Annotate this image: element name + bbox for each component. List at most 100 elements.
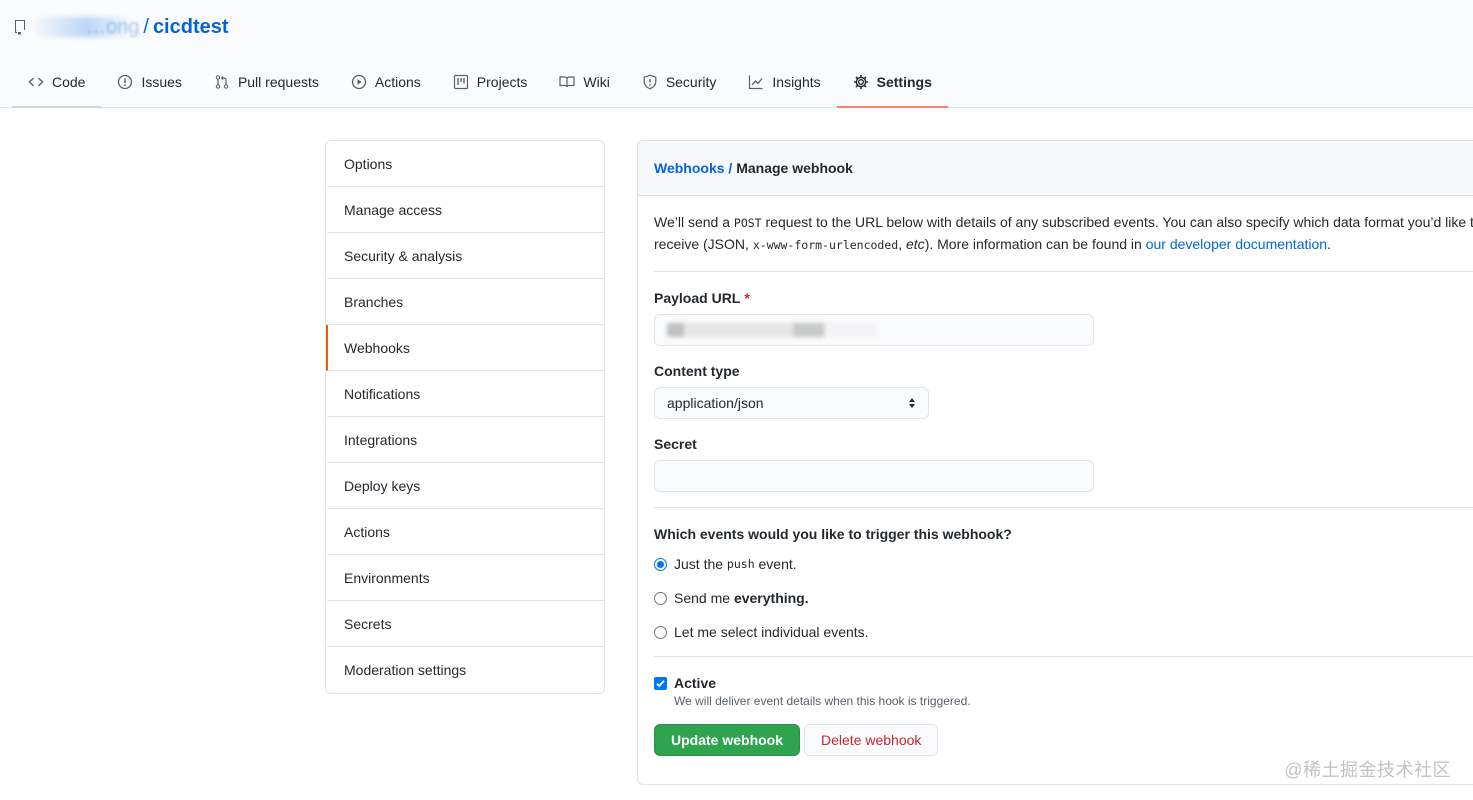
tab-projects-label: Projects [476, 74, 528, 90]
intro-text-part: ). More information can be found in [924, 236, 1146, 252]
checkmark-icon [656, 679, 665, 687]
menu-item-webhooks[interactable]: Webhooks [326, 325, 604, 371]
book-icon [559, 76, 575, 88]
breadcrumb-current: Manage webhook [736, 160, 853, 176]
radio-individual-label: Let me select individual events. [674, 624, 869, 640]
menu-item-options[interactable]: Options [326, 141, 604, 187]
push-code: push [726, 557, 755, 571]
event-option-push[interactable]: Just the push event. [654, 556, 1470, 572]
graph-icon [749, 75, 763, 90]
repo-icon [14, 19, 28, 35]
active-option[interactable]: Active [654, 675, 1470, 691]
repo-header: …ong / cicdtest Code Issues Pull request… [0, 0, 1473, 108]
event-options: Just the push event. Send me everything.… [654, 556, 1470, 640]
content-type-label: Content type [654, 363, 740, 379]
menu-item-branches[interactable]: Branches [326, 279, 604, 325]
menu-item-moderation-settings[interactable]: Moderation settings [326, 647, 604, 693]
tab-security-label: Security [665, 74, 717, 90]
events-question: Which events would you like to trigger t… [654, 526, 1012, 542]
secret-input[interactable] [654, 460, 1094, 492]
content-type-select[interactable]: application/json [654, 387, 929, 419]
watermark: @稀土掘金技术社区 [1284, 760, 1451, 780]
payload-url-input[interactable] [654, 314, 1094, 346]
event-option-everything[interactable]: Send me everything. [654, 590, 1470, 606]
payload-url-label: Payload URL * [654, 290, 1470, 306]
tab-projects[interactable]: Projects [437, 58, 544, 108]
owner-name[interactable]: …ong [86, 16, 139, 39]
code-icon [28, 77, 44, 87]
breadcrumb-separator: / [724, 160, 737, 176]
active-note: We will deliver event details when this … [674, 694, 971, 708]
divider [654, 507, 1473, 508]
radio-push-label: Just the [674, 556, 727, 572]
radio-push-label-end: event. [754, 556, 797, 572]
webhook-form: We’ll send a POST request to the URL bel… [638, 196, 1473, 772]
divider [654, 271, 1473, 272]
payload-url-redacted-value [667, 323, 877, 337]
urlencoded-code: x-www-form-urlencoded [752, 238, 899, 252]
post-code: POST [733, 216, 762, 230]
radio-everything-label: Send me [674, 590, 734, 606]
developer-documentation-link[interactable]: our developer documentation [1146, 236, 1327, 252]
menu-item-deploy-keys[interactable]: Deploy keys [326, 463, 604, 509]
gear-icon [853, 75, 868, 89]
pull-request-icon [215, 75, 229, 89]
breadcrumb: Webhooks / Manage webhook [638, 141, 1473, 196]
active-checkbox[interactable] [654, 676, 667, 690]
intro-text: We’ll send a POST request to the URL bel… [654, 212, 1473, 256]
required-asterisk: * [744, 290, 750, 306]
tab-pull-requests-label: Pull requests [237, 74, 319, 90]
delete-webhook-button[interactable]: Delete webhook [804, 724, 939, 756]
menu-item-actions[interactable]: Actions [326, 509, 604, 555]
breadcrumb-webhooks-link[interactable]: Webhooks [654, 160, 725, 176]
etc-text: etc [906, 236, 925, 252]
form-actions: Update webhook Delete webhook [654, 724, 1470, 756]
tab-wiki[interactable]: Wiki [543, 58, 625, 108]
tab-code[interactable]: Code [12, 58, 102, 108]
payload-url-label-text: Payload URL [654, 290, 741, 306]
secret-label: Secret [654, 436, 697, 452]
divider [654, 656, 1473, 657]
active-label: Active [674, 675, 717, 691]
menu-item-secrets[interactable]: Secrets [326, 601, 604, 647]
update-webhook-button[interactable]: Update webhook [654, 724, 801, 756]
play-icon [351, 74, 367, 90]
tab-issues[interactable]: Issues [101, 58, 197, 108]
tab-settings-label: Settings [876, 74, 932, 90]
tab-actions[interactable]: Actions [335, 58, 437, 108]
intro-text-part: , [898, 236, 906, 252]
intro-text-part: receive (JSON, [654, 236, 753, 252]
tab-insights[interactable]: Insights [732, 58, 836, 108]
tab-pull-requests[interactable]: Pull requests [198, 58, 335, 108]
select-arrows-icon [909, 398, 915, 408]
menu-item-security-analysis[interactable]: Security & analysis [326, 233, 604, 279]
event-option-individual[interactable]: Let me select individual events. [654, 624, 1470, 640]
menu-item-integrations[interactable]: Integrations [326, 417, 604, 463]
tab-code-label: Code [52, 74, 86, 90]
menu-item-manage-access[interactable]: Manage access [326, 187, 604, 233]
tab-wiki-label: Wiki [583, 74, 610, 90]
repo-title: …ong / cicdtest [14, 16, 229, 38]
content-type-value: application/json [667, 395, 764, 411]
radio-individual[interactable] [654, 625, 667, 639]
tab-security[interactable]: Security [626, 58, 733, 108]
repo-separator: / [143, 15, 149, 38]
menu-item-notifications[interactable]: Notifications [326, 371, 604, 417]
menu-item-environments[interactable]: Environments [326, 555, 604, 601]
shield-icon [643, 74, 657, 90]
issue-icon [118, 74, 133, 90]
everything-text: everything. [733, 590, 809, 606]
settings-menu: Options Manage access Security & analysi… [325, 140, 605, 694]
intro-text-part: . [1327, 236, 1331, 252]
radio-everything[interactable] [654, 591, 667, 605]
repo-name-link[interactable]: cicdtest [153, 16, 229, 39]
tab-settings[interactable]: Settings [836, 58, 948, 108]
manage-webhook-panel: Webhooks / Manage webhook We’ll send a P… [637, 140, 1473, 785]
tab-issues-label: Issues [141, 74, 182, 90]
project-icon [453, 74, 468, 90]
radio-push[interactable] [654, 557, 667, 571]
tab-insights-label: Insights [772, 74, 821, 90]
intro-text-part: request to the URL below with details of… [761, 214, 1473, 230]
tab-actions-label: Actions [374, 74, 421, 90]
intro-text-part: We’ll send a [654, 214, 734, 230]
